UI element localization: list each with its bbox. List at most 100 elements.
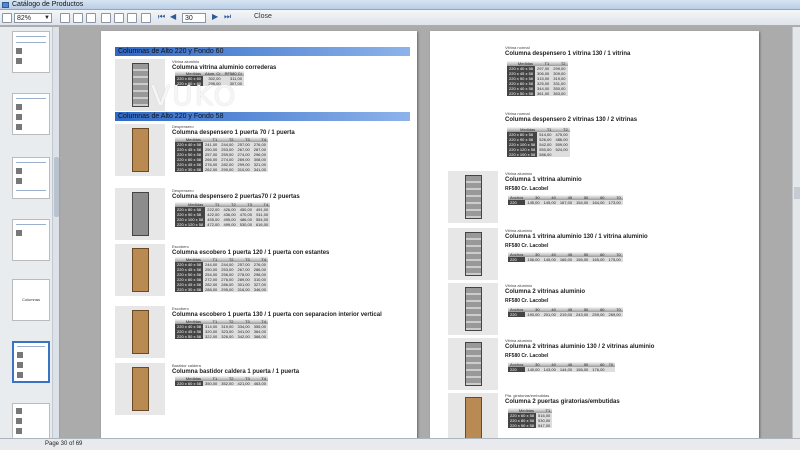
price-cell <box>553 152 570 157</box>
product-name: Columna despensero 1 puerta 70 / 1 puert… <box>172 130 295 136</box>
price-cell: 259,00 <box>590 312 607 317</box>
price-cell: 616,00 <box>253 222 271 227</box>
page-thumbnail[interactable] <box>12 93 50 135</box>
sidebar-scrollbar[interactable] <box>52 27 59 438</box>
price-cell: 586,00 <box>537 152 554 157</box>
section-header: Columnas de Alto 220 y Fondo 58 <box>115 112 410 121</box>
price-cell: 173,00 <box>606 200 623 205</box>
size-cell: 220 <box>508 312 526 317</box>
page-thumbnail[interactable] <box>12 219 50 261</box>
page-thumbnail[interactable]: Columnas <box>12 279 50 321</box>
page-number-input[interactable]: 30 <box>182 13 206 23</box>
product-category: Vitrina aluminio <box>172 59 200 64</box>
price-cell: 167,00 <box>557 200 575 205</box>
first-page-icon[interactable]: ⏮ <box>158 12 165 22</box>
size-cell: 220 x 90 x 58 <box>508 423 537 428</box>
size-cell: 220 <box>508 257 526 262</box>
watermark-logo: VUKO <box>151 79 238 112</box>
product-category: Despensero <box>172 124 194 129</box>
document-page-right: Vitrina normal Columna despensero 1 vitr… <box>430 31 759 438</box>
product-finish: RF580 Cr. Lacobel <box>505 353 549 359</box>
fit-width-icon[interactable] <box>60 13 70 23</box>
size-cell: 220 <box>508 367 526 372</box>
zoom-icon[interactable] <box>2 13 12 23</box>
status-text: Page 30 of 69 <box>45 441 83 447</box>
page-thumbnail-selected[interactable] <box>12 341 50 383</box>
table-row: 220 x 30 x 58 288,00 295,00 316,00 346,00 <box>175 287 268 292</box>
product-category: Vitrina aluminio <box>505 283 533 288</box>
two-page-icon[interactable] <box>114 13 124 23</box>
sidebar-scroll-thumb[interactable] <box>54 157 59 217</box>
size-cell: 220 x 50 x 58 <box>175 334 204 339</box>
product-name: Columna escobero 1 puerta 130 / 1 puerta… <box>172 312 382 318</box>
price-table: Medidas T1 T2 T3 T4 220 x 60 x 58 350,00 352,00… <box>175 376 268 386</box>
single-page-icon[interactable] <box>86 13 96 23</box>
title-bar: Catálogo de Productos <box>0 0 800 10</box>
product-category: Vitrina aluminio <box>505 338 533 343</box>
next-page-icon[interactable]: ▶ <box>212 12 218 21</box>
price-cell: 290,00 <box>219 167 236 172</box>
size-cell: 220 x 100 x 58 <box>507 152 538 157</box>
zoom-select[interactable]: 82% ▼ <box>14 13 52 23</box>
price-table: Medidas T1 T2 T3 T4 220 x 80 x 58 222,00 426,00… <box>175 202 271 227</box>
table-row: 220 x 50 x 58 361,00 363,00 <box>507 91 568 96</box>
table-row: 220 x 30 x 58 262,00 290,00 310,00 341,00 <box>175 167 268 172</box>
product-item: Vitrina aluminio Columna 1 vitrina alumi… <box>448 171 748 223</box>
product-name: Columna 2 vitrinas aluminio <box>505 289 586 295</box>
product-category: Pta. giratorias/embutidas <box>505 393 550 398</box>
price-cell: 145,00 <box>541 257 558 262</box>
product-category: Bastidor caldera <box>172 363 201 368</box>
table-row: 220 156,00 145,00 166,00 156,00 165,00 175,00 <box>508 257 623 262</box>
product-category: Despensero <box>172 188 194 193</box>
document-page-left: Columnas de Alto 220 y Fondo 60 Columnas… <box>101 31 417 438</box>
price-cell: 143,00 <box>541 367 558 372</box>
price-cell: 316,00 <box>235 287 252 292</box>
viewer-scroll-thumb[interactable] <box>794 187 800 199</box>
price-cell: 368,00 <box>251 334 268 339</box>
prev-page-icon[interactable]: ◀ <box>170 12 176 21</box>
table-row: 220 145,00 145,00 167,00 154,00 164,00 173,00 <box>508 200 623 205</box>
price-cell: 156,00 <box>574 257 591 262</box>
page-thumbnail[interactable] <box>12 31 50 73</box>
price-cell: 166,00 <box>557 257 575 262</box>
price-cell: 530,00 <box>237 222 254 227</box>
table-row: 220 x 60 x 58 350,00 352,00 421,00 463,00 <box>175 381 268 386</box>
product-photo <box>115 306 165 358</box>
price-cell: 352,00 <box>219 381 236 386</box>
product-item: Pta. giratorias/embutidas Columna 2 puer… <box>448 393 748 438</box>
status-bar: Page 30 of 69 <box>0 438 800 450</box>
export-icon[interactable] <box>141 13 151 23</box>
thumbnail-caption: Columnas <box>21 297 40 302</box>
price-cell: 524,00 <box>553 147 570 152</box>
save-icon[interactable] <box>127 13 137 23</box>
page-thumbnail[interactable] <box>12 157 50 199</box>
price-cell: 156,00 <box>574 367 591 372</box>
size-cell: 220 x 50 x 58 <box>507 91 536 96</box>
price-cell: 201,00 <box>541 312 558 317</box>
product-category: Vitrina aluminio <box>505 228 533 233</box>
price-cell: 310,00 <box>235 167 252 172</box>
print-icon[interactable] <box>101 13 111 23</box>
price-cell: 219,00 <box>557 312 575 317</box>
size-cell: 220 <box>508 200 526 205</box>
price-table: Medidas T1 220 x 60 x 58 516,00 220 x 80 x 5… <box>508 408 553 428</box>
price-cell: 165,00 <box>590 257 607 262</box>
product-photo <box>448 393 498 438</box>
table-row: 220 x 90 x 58 547,00 <box>508 423 553 428</box>
viewer-scrollbar[interactable] <box>792 27 800 438</box>
product-item: Vitrina aluminio Columna 2 vitrinas alum… <box>448 338 748 390</box>
fit-page-icon[interactable] <box>73 13 83 23</box>
price-table: Anchos 30 40 45 50 60 70 220 145,00 145,00 167,00 1… <box>508 195 623 205</box>
product-name: Columna escobero 1 puerta 120 / 1 puerta… <box>172 250 330 256</box>
close-button[interactable]: Close <box>254 13 272 20</box>
product-item: Escobero Columna escobero 1 puerta 120 /… <box>115 244 405 300</box>
price-cell: 262,00 <box>203 167 220 172</box>
product-photo <box>115 363 165 415</box>
price-cell: 144,00 <box>557 367 575 372</box>
document-viewer: Columnas de Alto 220 y Fondo 60 Columnas… <box>61 27 792 438</box>
table-row: 220 190,00 201,00 219,00 243,00 259,00 269,00 <box>508 312 623 317</box>
product-photo <box>115 188 165 240</box>
last-page-icon[interactable]: ⏭ <box>224 12 231 22</box>
table-row: 220 x 50 x 58 322,00 326,00 342,00 368,00 <box>175 334 268 339</box>
product-name: Columna 1 vitrina aluminio <box>505 177 582 183</box>
